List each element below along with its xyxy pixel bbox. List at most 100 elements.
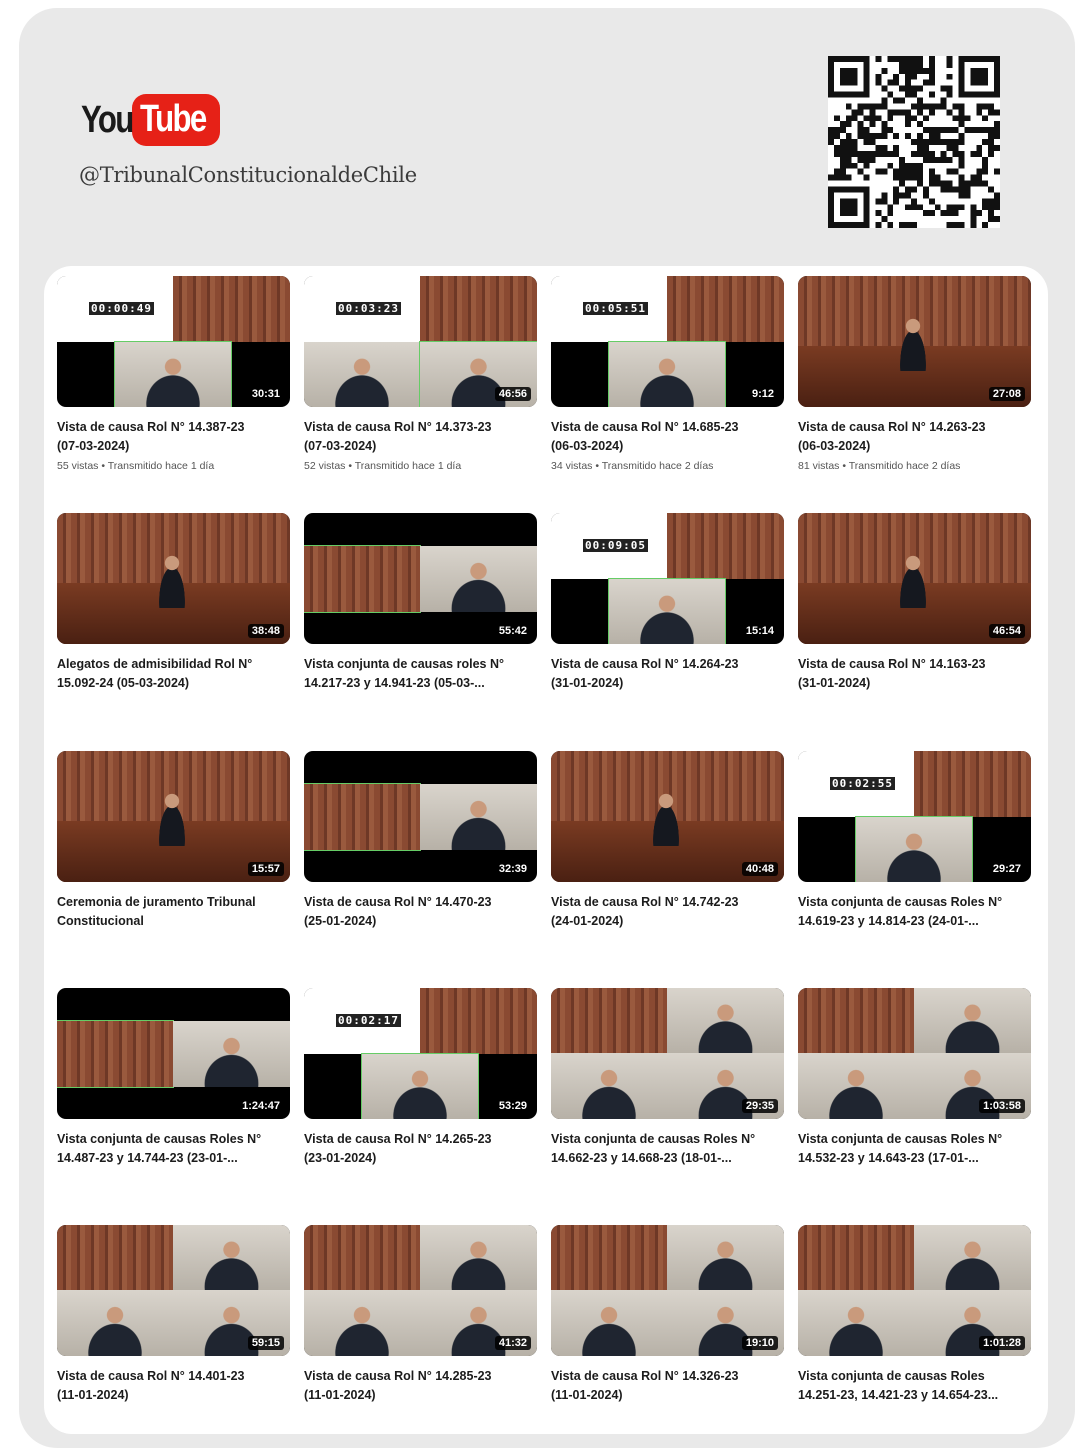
video-title[interactable]: Vista conjunta de causas Roles N° 14.532… bbox=[798, 1130, 1031, 1168]
video-thumbnail[interactable]: 00:02:17 53:29 bbox=[304, 988, 537, 1119]
stream-timer: 00:09:05 bbox=[583, 539, 648, 552]
video-thumbnail[interactable]: 00:02:55 29:27 bbox=[798, 751, 1031, 882]
video-card[interactable]: 41:32 Vista de causa Rol N° 14.285-23 (11… bbox=[304, 1225, 537, 1405]
video-title[interactable]: Vista conjunta de causas Roles N° 14.662… bbox=[551, 1130, 784, 1168]
participant-feed bbox=[914, 988, 1031, 1053]
participant-feed bbox=[914, 1225, 1031, 1290]
duration-badge: 40:48 bbox=[741, 862, 778, 876]
participant-feed bbox=[608, 341, 726, 407]
video-title[interactable]: Alegatos de admisibilidad Rol N° 15.092-… bbox=[57, 655, 290, 693]
video-card[interactable]: 1:24:47 Vista conjunta de causas Roles N°… bbox=[57, 988, 290, 1168]
video-thumbnail[interactable]: 19:10 bbox=[551, 1225, 784, 1356]
video-card[interactable]: 1:01:28 Vista conjunta de causas Roles 14… bbox=[798, 1225, 1031, 1405]
video-card[interactable]: 32:39 Vista de causa Rol N° 14.470-23 (25… bbox=[304, 751, 537, 931]
video-card[interactable]: 00:09:05 15:14 Vista de causa Rol N° 14.26… bbox=[551, 513, 784, 693]
video-card[interactable]: 00:05:51 9:12 Vista de causa Rol N° 14.685… bbox=[551, 276, 784, 472]
duration-badge: 59:15 bbox=[247, 1336, 284, 1350]
video-card[interactable]: 00:02:55 29:27 Vista conjunta de causas Ro… bbox=[798, 751, 1031, 931]
youtube-logo[interactable]: You Tube bbox=[81, 94, 220, 146]
speaker bbox=[646, 786, 686, 846]
speaker bbox=[152, 786, 192, 846]
video-meta: 52 vistas • Transmitido hace 1 día bbox=[304, 460, 462, 472]
video-thumbnail[interactable]: 46:54 bbox=[798, 513, 1031, 644]
video-thumbnail[interactable]: 00:09:05 15:14 bbox=[551, 513, 784, 644]
video-title[interactable]: Ceremonia de juramento Tribunal Constitu… bbox=[57, 893, 290, 931]
duration-badge: 29:27 bbox=[988, 862, 1025, 876]
duration-badge: 53:29 bbox=[494, 1099, 531, 1113]
video-thumbnail[interactable]: 15:57 bbox=[57, 751, 290, 882]
video-title[interactable]: Vista de causa Rol N° 14.163-23 (31-01-2… bbox=[798, 655, 1031, 693]
video-thumbnail[interactable]: 40:48 bbox=[551, 751, 784, 882]
video-card[interactable]: 27:08 Vista de causa Rol N° 14.263-23 (06… bbox=[798, 276, 1031, 472]
duration-badge: 15:14 bbox=[741, 624, 778, 638]
participant-feed bbox=[420, 546, 537, 612]
stream-timer: 00:03:23 bbox=[336, 302, 401, 315]
participant-feed bbox=[551, 1290, 667, 1356]
video-thumbnail[interactable]: 00:00:49 30:31 bbox=[57, 276, 290, 407]
video-thumbnail[interactable]: 27:08 bbox=[798, 276, 1031, 407]
video-title[interactable]: Vista de causa Rol N° 14.387-23 (07-03-2… bbox=[57, 418, 290, 456]
video-title[interactable]: Vista de causa Rol N° 14.264-23 (31-01-2… bbox=[551, 655, 784, 693]
video-title[interactable]: Vista de causa Rol N° 14.373-23 (07-03-2… bbox=[304, 418, 537, 456]
video-thumbnail[interactable]: 1:24:47 bbox=[57, 988, 290, 1119]
video-title[interactable]: Vista de causa Rol N° 14.685-23 (06-03-2… bbox=[551, 418, 784, 456]
video-title[interactable]: Vista de causa Rol N° 14.326-23 (11-01-2… bbox=[551, 1367, 784, 1405]
video-grid-panel: 00:00:49 30:31 Vista de causa Rol N° 14.38… bbox=[44, 266, 1048, 1434]
video-card[interactable]: 40:48 Vista de causa Rol N° 14.742-23 (24… bbox=[551, 751, 784, 931]
video-title[interactable]: Vista de causa Rol N° 14.263-23 (06-03-2… bbox=[798, 418, 1031, 456]
participant-feed bbox=[608, 578, 726, 644]
court-feed bbox=[420, 276, 537, 342]
video-card[interactable]: 55:42 Vista conjunta de causas roles N° 1… bbox=[304, 513, 537, 693]
video-meta: 34 vistas • Transmitido hace 2 días bbox=[551, 460, 714, 472]
video-card[interactable]: 00:03:23 46:56 Vista de causa Rol N° 14.37… bbox=[304, 276, 537, 472]
video-card[interactable]: 00:00:49 30:31 Vista de causa Rol N° 14.38… bbox=[57, 276, 290, 472]
video-thumbnail[interactable]: 1:01:28 bbox=[798, 1225, 1031, 1356]
participant-feed bbox=[173, 1225, 290, 1290]
video-title[interactable]: Vista conjunta de causas Roles 14.251-23… bbox=[798, 1367, 1031, 1405]
duration-badge: 30:31 bbox=[247, 387, 284, 401]
court-feed bbox=[173, 276, 290, 342]
video-card[interactable]: 1:03:58 Vista conjunta de causas Roles N°… bbox=[798, 988, 1031, 1168]
video-card[interactable]: 38:48 Alegatos de admisibilidad Rol N° 15… bbox=[57, 513, 290, 693]
video-thumbnail[interactable]: 29:35 bbox=[551, 988, 784, 1119]
participant-feed bbox=[667, 1225, 784, 1290]
court-feed bbox=[304, 783, 421, 851]
video-thumbnail[interactable]: 32:39 bbox=[304, 751, 537, 882]
participant-feed bbox=[420, 784, 537, 850]
video-title[interactable]: Vista conjunta de causas roles N° 14.217… bbox=[304, 655, 537, 693]
duration-badge: 1:03:58 bbox=[979, 1099, 1025, 1113]
video-title[interactable]: Vista de causa Rol N° 14.470-23 (25-01-2… bbox=[304, 893, 537, 931]
video-thumbnail[interactable]: 1:03:58 bbox=[798, 988, 1031, 1119]
duration-badge: 46:54 bbox=[988, 624, 1025, 638]
stream-timer: 00:02:17 bbox=[336, 1014, 401, 1027]
video-thumbnail[interactable]: 38:48 bbox=[57, 513, 290, 644]
speaker bbox=[893, 311, 933, 371]
video-title[interactable]: Vista de causa Rol N° 14.401-23 (11-01-2… bbox=[57, 1367, 290, 1405]
video-meta: 81 vistas • Transmitido hace 2 días bbox=[798, 460, 961, 472]
court-feed bbox=[551, 988, 667, 1053]
video-thumbnail[interactable]: 41:32 bbox=[304, 1225, 537, 1356]
video-card[interactable]: 46:54 Vista de causa Rol N° 14.163-23 (31… bbox=[798, 513, 1031, 693]
duration-badge: 38:48 bbox=[247, 624, 284, 638]
video-title[interactable]: Vista conjunta de causas Roles N° 14.487… bbox=[57, 1130, 290, 1168]
video-card[interactable]: 59:15 Vista de causa Rol N° 14.401-23 (11… bbox=[57, 1225, 290, 1405]
duration-badge: 27:08 bbox=[988, 387, 1025, 401]
stream-timer: 00:02:55 bbox=[830, 777, 895, 790]
participant-feed bbox=[855, 816, 973, 882]
video-card[interactable]: 15:57 Ceremonia de juramento Tribunal Con… bbox=[57, 751, 290, 931]
duration-badge: 15:57 bbox=[247, 862, 284, 876]
video-thumbnail[interactable]: 59:15 bbox=[57, 1225, 290, 1356]
video-title[interactable]: Vista de causa Rol N° 14.265-23 (23-01-2… bbox=[304, 1130, 537, 1168]
channel-handle[interactable]: @TribunalConstitucionaldeChile bbox=[79, 163, 417, 187]
qr-code-icon[interactable] bbox=[828, 56, 1000, 228]
stream-timer: 00:00:49 bbox=[89, 302, 154, 315]
video-title[interactable]: Vista de causa Rol N° 14.742-23 (24-01-2… bbox=[551, 893, 784, 931]
video-card[interactable]: 00:02:17 53:29 Vista de causa Rol N° 14.26… bbox=[304, 988, 537, 1168]
video-thumbnail[interactable]: 00:03:23 46:56 bbox=[304, 276, 537, 407]
video-title[interactable]: Vista conjunta de causas Roles N° 14.619… bbox=[798, 893, 1031, 931]
video-card[interactable]: 29:35 Vista conjunta de causas Roles N° 1… bbox=[551, 988, 784, 1168]
video-thumbnail[interactable]: 55:42 bbox=[304, 513, 537, 644]
video-title[interactable]: Vista de causa Rol N° 14.285-23 (11-01-2… bbox=[304, 1367, 537, 1405]
video-card[interactable]: 19:10 Vista de causa Rol N° 14.326-23 (11… bbox=[551, 1225, 784, 1405]
video-thumbnail[interactable]: 00:05:51 9:12 bbox=[551, 276, 784, 407]
